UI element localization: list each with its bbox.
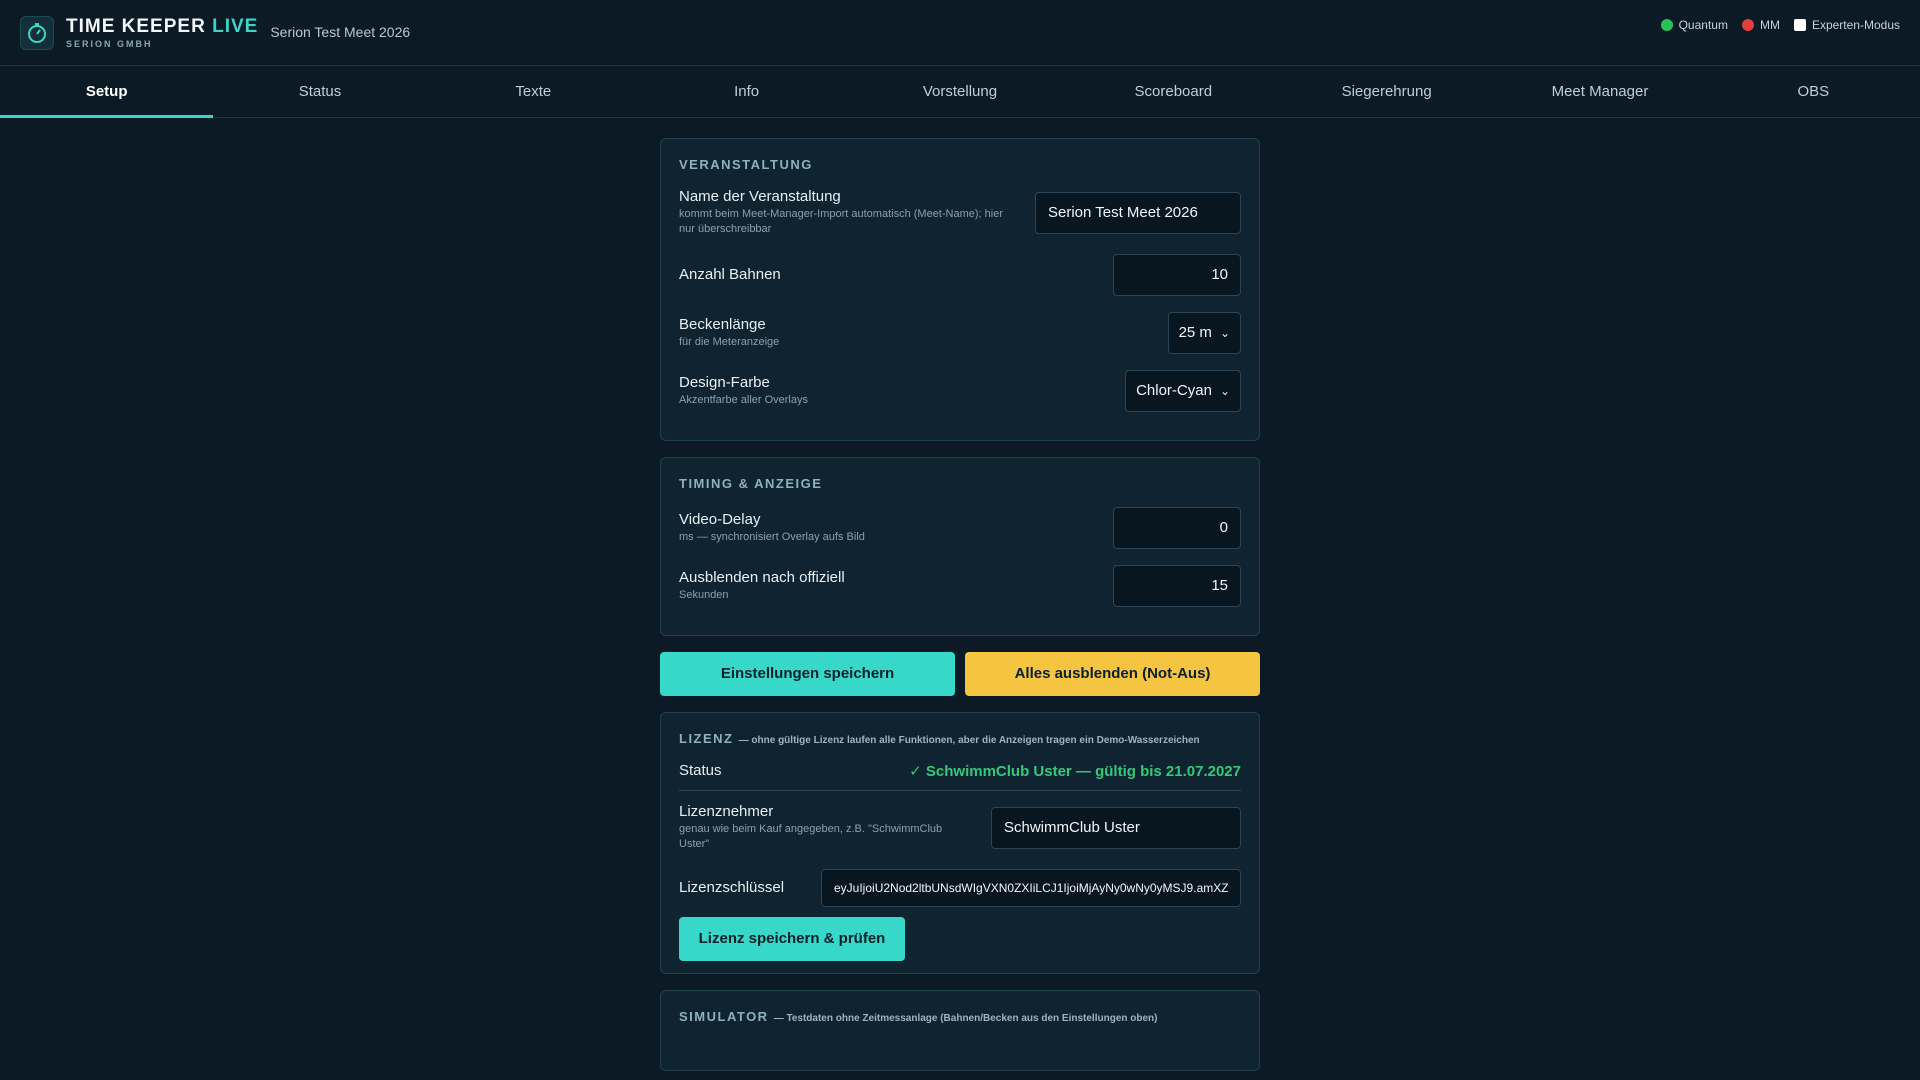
design-color-select[interactable]: Chlor-Cyan ⌄ [1125,369,1241,412]
hide-after-hint: Sekunden [679,588,729,601]
save-license-button[interactable]: Lizenz speichern & prüfen [679,916,905,961]
tab-vorstellung[interactable]: Vorstellung [853,66,1066,117]
expert-mode-checkbox[interactable] [1793,19,1806,31]
event-name-hint: kommt beim Meet-Manager-Import automatis… [679,208,1003,236]
simulator-card-title: SIMULATOR — Testdaten ohne Zeitmessanlag… [679,1009,1241,1024]
tab-bar: Setup Status Texte Info Vorstellung Scor… [0,66,1920,118]
meet-name: Serion Test Meet 2026 [270,23,411,40]
design-color-value: Chlor-Cyan [1136,382,1212,400]
video-delay-row: Video-Delay ms — synchronisiert Overlay … [679,506,1241,549]
action-buttons: Einstellungen speichern Alles ausblenden… [660,651,1260,696]
mm-label: MM [1759,18,1780,32]
design-color-text: Design-Farbe Akzentfarbe aller Overlays [679,374,808,408]
license-card-title: LIZENZ — ohne gültige Lizenz laufen alle… [679,731,1241,746]
license-status-row: Status ✓ SchwimmClub Uster — gültig bis … [679,762,1241,791]
hide-after-row: Ausblenden nach offiziell Sekunden [679,564,1241,607]
quantum-indicator: Quantum [1660,18,1728,32]
licensee-input[interactable] [991,806,1241,849]
tab-status[interactable]: Status [213,66,426,117]
tab-info[interactable]: Info [640,66,853,117]
license-key-label: Lizenzschlüssel [679,879,785,897]
licensee-label: Lizenznehmer [679,802,774,820]
tab-scoreboard[interactable]: Scoreboard [1067,66,1280,117]
license-title: LIZENZ [679,730,734,746]
license-status-value: ✓ SchwimmClub Uster — gültig bis 21.07.2… [909,762,1241,780]
timing-card: TIMING & ANZEIGE Video-Delay ms — synchr… [660,456,1260,636]
brand-subtitle: SERION GMBH [66,38,153,49]
pool-length-label: Beckenlänge [679,315,766,333]
pool-length-text: Beckenlänge für die Meteranzeige [679,316,779,350]
video-delay-label: Video-Delay [679,510,761,528]
lanes-row: Anzahl Bahnen [679,253,1241,296]
pool-length-select[interactable]: 25 m ⌄ [1167,311,1241,354]
license-key-row: Lizenzschlüssel [679,868,1241,907]
save-settings-button[interactable]: Einstellungen speichern [660,651,955,696]
tab-meet-manager[interactable]: Meet Manager [1493,66,1706,117]
expert-mode-toggle[interactable]: Experten-Modus [1793,18,1900,32]
licensee-row: Lizenznehmer genau wie beim Kauf angegeb… [679,803,1241,853]
brand-title: TIME KEEPER LIVE [66,17,258,36]
expert-mode-label: Experten-Modus [1811,18,1900,32]
stopwatch-icon [20,15,54,50]
hide-all-button[interactable]: Alles ausblenden (Not-Aus) [965,651,1260,696]
simulator-hint: — Testdaten ohne Zeitmessanlage (Bahnen/… [773,1012,1158,1024]
event-card-title: VERANSTALTUNG [679,157,813,172]
tab-siegerehrung[interactable]: Siegerehrung [1280,66,1493,117]
event-name-text: Name der Veranstaltung kommt beim Meet-M… [679,188,1019,238]
hide-after-label: Ausblenden nach offiziell [679,568,845,586]
event-name-label: Name der Veranstaltung [679,188,841,205]
tab-texte[interactable]: Texte [427,66,640,117]
simulator-title: SIMULATOR [679,1008,769,1024]
event-name-input[interactable] [1035,191,1241,234]
simulator-card: SIMULATOR — Testdaten ohne Zeitmessanlag… [660,989,1260,1071]
license-status-label: Status [679,762,722,780]
design-color-label: Design-Farbe [679,373,770,391]
video-delay-text: Video-Delay ms — synchronisiert Overlay … [679,511,865,545]
timing-card-title: TIMING & ANZEIGE [679,475,823,491]
hide-after-input[interactable] [1113,564,1241,607]
event-card: VERANSTALTUNG Name der Veranstaltung kom… [660,138,1260,441]
mm-status-dot-icon [1741,19,1754,31]
license-key-input[interactable] [821,868,1241,907]
quantum-status-dot-icon [1660,19,1673,31]
license-hint: — ohne gültige Lizenz laufen alle Funkti… [738,734,1200,746]
licensee-text: Lizenznehmer genau wie beim Kauf angegeb… [679,803,959,853]
top-bar: TIME KEEPER LIVE SERION GMBH Serion Test… [0,0,1920,66]
brand-main: TIME KEEPER [66,15,206,37]
tab-setup[interactable]: Setup [0,66,214,118]
video-delay-hint: ms — synchronisiert Overlay aufs Bild [679,530,865,543]
lanes-label: Anzahl Bahnen [679,266,781,284]
license-card: LIZENZ — ohne gültige Lizenz laufen alle… [660,711,1260,974]
tab-obs[interactable]: OBS [1707,66,1920,117]
licensee-hint: genau wie beim Kauf angegeben, z.B. "Sch… [679,822,943,851]
pool-length-value: 25 m [1178,324,1212,342]
video-delay-input[interactable] [1113,506,1241,549]
status-indicators: Quantum MM Experten-Modus [1660,18,1900,32]
brand: TIME KEEPER LIVE SERION GMBH [66,17,258,49]
chevron-down-icon: ⌄ [1219,383,1230,398]
pool-length-row: Beckenlänge für die Meteranzeige 25 m ⌄ [679,311,1241,354]
lanes-input[interactable] [1113,253,1241,296]
pool-length-hint: für die Meteranzeige [679,335,780,348]
hide-after-text: Ausblenden nach offiziell Sekunden [679,569,845,603]
chevron-down-icon: ⌄ [1219,325,1230,340]
event-name-row: Name der Veranstaltung kommt beim Meet-M… [679,188,1241,238]
design-color-row: Design-Farbe Akzentfarbe aller Overlays … [679,369,1241,412]
design-color-hint: Akzentfarbe aller Overlays [679,393,808,406]
setup-panel: VERANSTALTUNG Name der Veranstaltung kom… [660,138,1260,1071]
quantum-label: Quantum [1678,18,1728,32]
mm-indicator: MM [1741,18,1780,32]
brand-live: LIVE [212,15,259,37]
